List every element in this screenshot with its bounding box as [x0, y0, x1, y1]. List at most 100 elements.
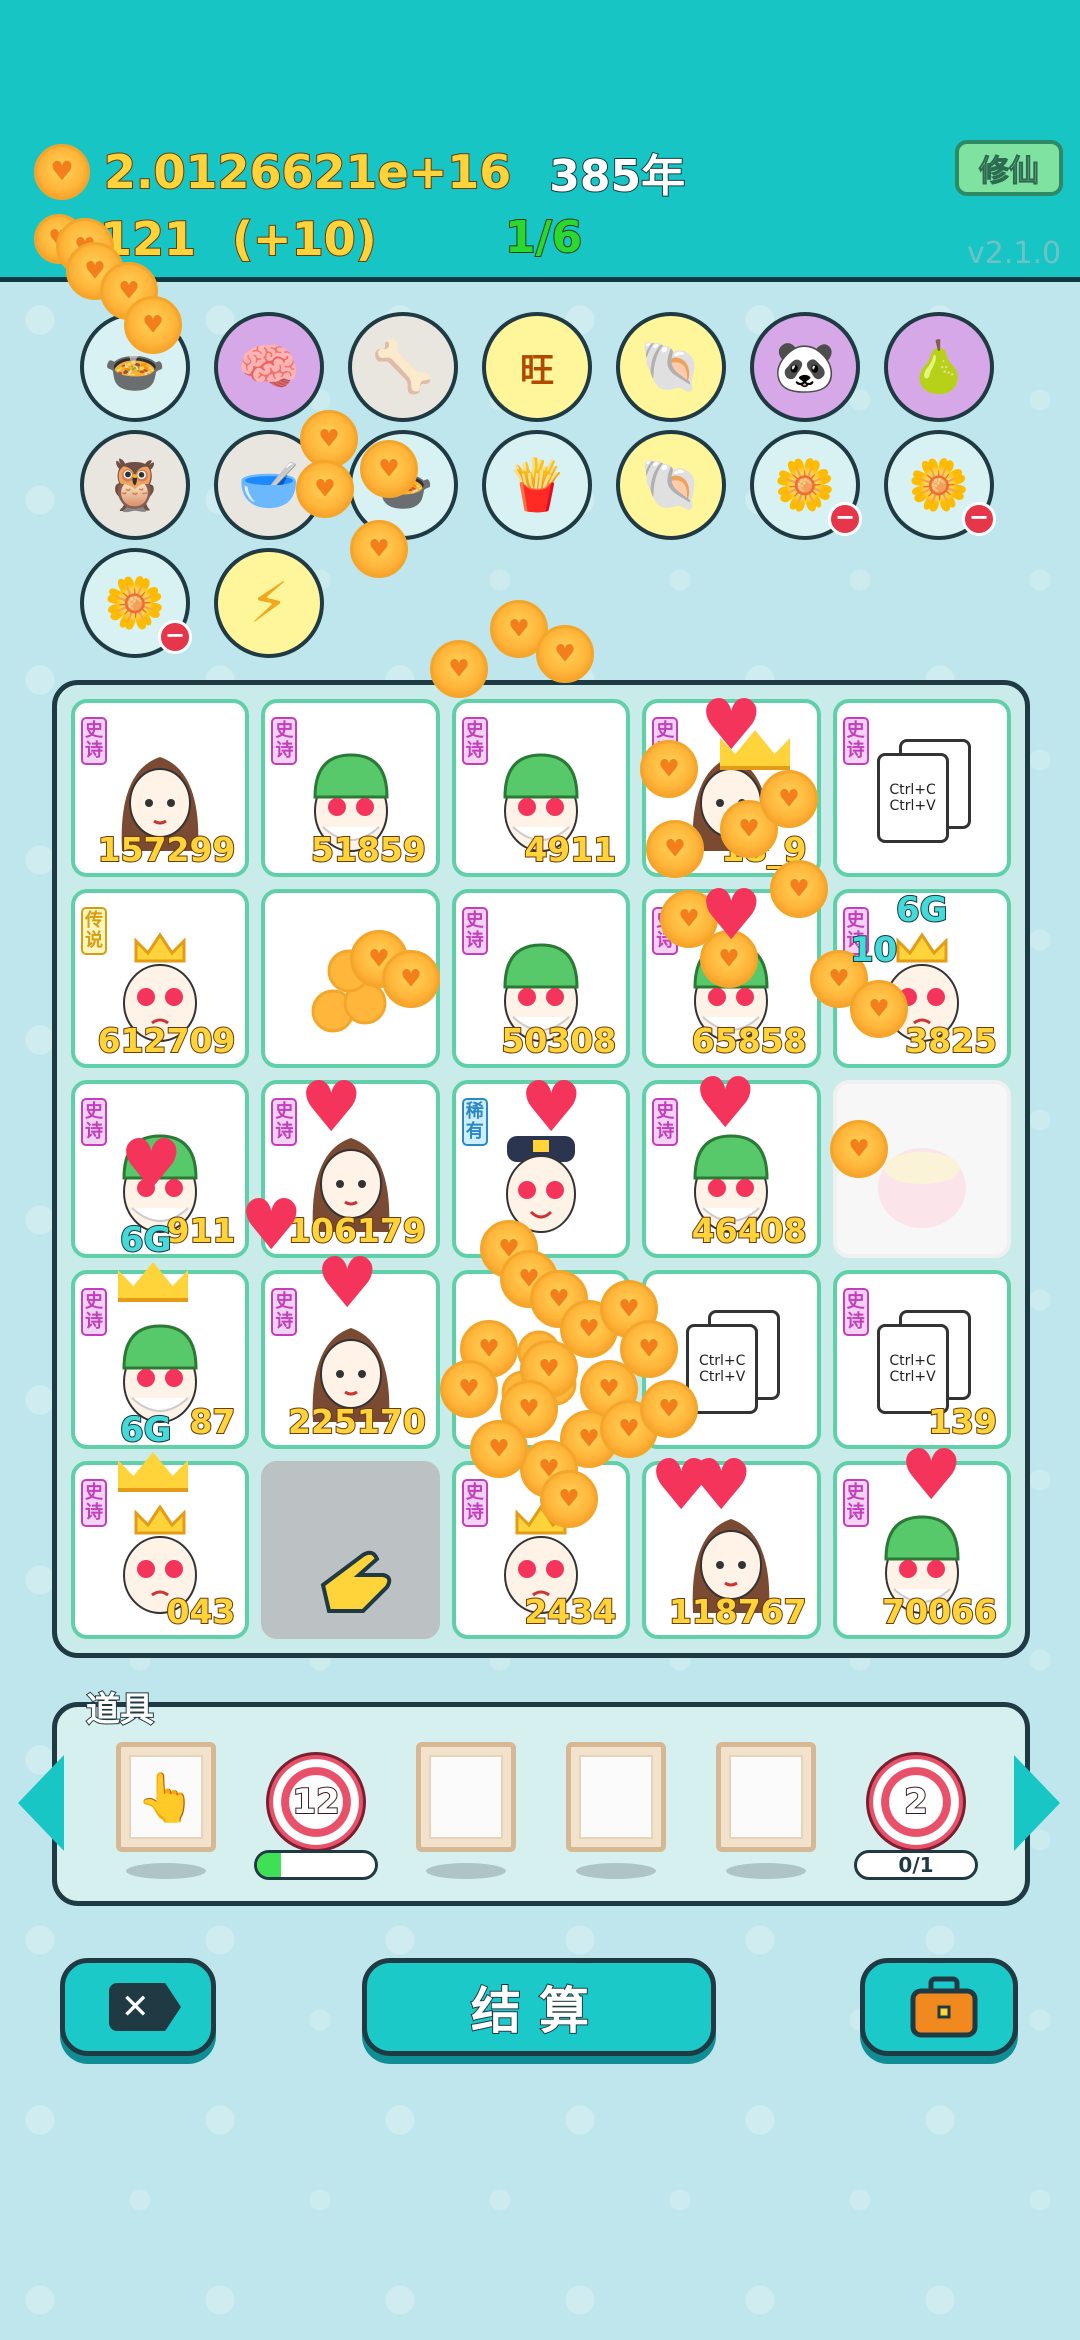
board-tile[interactable]: 史诗 3825 [832, 889, 1011, 1068]
rarity-tag: 史诗 [652, 907, 679, 956]
timer-value: 2 [903, 1781, 929, 1823]
rarity-tag: 史诗 [81, 1288, 107, 1337]
tile-value: 612709 [97, 1020, 237, 1061]
rarity-tag: 传说 [81, 907, 107, 956]
french-fries-icon[interactable]: 🍟 [482, 430, 592, 540]
duck-pot-icon[interactable]: 🍲 [80, 312, 190, 422]
settle-button[interactable]: 结算 [362, 1958, 716, 2056]
board-tile[interactable]: 史诗 50308 [451, 889, 631, 1068]
bone-bowl-icon[interactable]: 🦴 [348, 312, 458, 422]
rarity-tag: 史诗 [842, 1478, 869, 1527]
board-tile[interactable]: Ctrl+C Ctrl+V [642, 1270, 821, 1449]
tile-value: 3825 [904, 1020, 998, 1061]
board-tile[interactable]: 史诗 70066 [832, 1460, 1011, 1639]
copy-paste-card: Ctrl+C Ctrl+V [876, 739, 977, 849]
tile-value: 65858 [691, 1020, 808, 1061]
prop-counter-bar: 0/1 [854, 1850, 978, 1880]
prop-slot-hand[interactable]: 👆 [116, 1742, 216, 1852]
props-next-arrow[interactable] [1014, 1755, 1060, 1851]
level-progress: 1/6 [504, 211, 583, 264]
rarity-tag: 史诗 [652, 1097, 679, 1146]
prop-slot-empty[interactable] [566, 1742, 666, 1852]
board-tile[interactable]: 118767 [642, 1460, 821, 1639]
owl-mask-icon[interactable]: 🦉 [80, 430, 190, 540]
tile-value: 4911 [523, 829, 617, 870]
tile-value: 225170 [287, 1401, 427, 1442]
flower-pot-icon[interactable]: 🌼 − [750, 430, 862, 540]
board-tile[interactable]: 史诗 87 [71, 1270, 250, 1449]
board-tile[interactable]: 史诗 65858 [642, 889, 821, 1068]
duck-pot-2-icon[interactable]: 🍲 [348, 430, 458, 540]
tile-value: 118767 [668, 1591, 808, 1632]
rarity-tag: 史诗 [81, 1478, 107, 1527]
tile-value: 51859 [310, 829, 427, 870]
close-icon: ✕ [109, 1983, 181, 2031]
board-tile[interactable] [261, 1460, 440, 1639]
cultivate-button[interactable]: 修仙 [955, 140, 1063, 196]
shell-icon[interactable]: 🐚 [616, 312, 726, 422]
game-board: 史诗 157299 史诗 51859 史诗 4911 史诗 18_9 史诗 Ctrl+C Ctrl+… [52, 680, 1030, 1658]
flower-pot-2-icon[interactable]: 🌼 − [884, 430, 996, 540]
tile-value: 911 [166, 1210, 237, 1251]
years-label: 385年 [548, 150, 686, 203]
board-tile[interactable]: 史诗 46408 [642, 1079, 821, 1259]
flower-pot-3-icon[interactable]: 🌼 − [80, 548, 192, 658]
wang-sticker-icon[interactable]: 旺 [482, 312, 592, 422]
remove-icon[interactable]: − [962, 502, 996, 536]
coin-total: 2.0126621e+16 385年 [34, 140, 686, 204]
board-tile[interactable] [451, 1270, 631, 1449]
props-title: 道具 [85, 1689, 155, 1731]
coin-icon [34, 144, 90, 200]
tile-value: 87 [188, 1401, 236, 1442]
remove-icon[interactable]: − [828, 502, 862, 536]
coin-icon [34, 214, 84, 264]
prop-slot-empty[interactable] [416, 1742, 516, 1852]
close-button[interactable]: ✕ [60, 1958, 216, 2056]
copy-line: Ctrl+C [698, 1353, 746, 1370]
copy-paste-card: Ctrl+C Ctrl+V [686, 1310, 786, 1420]
prop-target-counter[interactable]: 2 [866, 1752, 966, 1852]
board-tile[interactable]: 史诗 18_9 [642, 699, 821, 878]
glasses-pear-icon[interactable]: 🍐 [884, 312, 994, 422]
board-tile[interactable]: 史诗 157299 [71, 699, 250, 878]
tile-value: 043 [166, 1591, 237, 1632]
version-label: v2.1.0 [967, 236, 1062, 271]
tile-value: 139 [927, 1401, 998, 1442]
pointing-hand-icon: 👆 [129, 1755, 203, 1839]
board-tile[interactable]: 稀有 [451, 1079, 631, 1259]
formula-brain-icon[interactable]: 🧠 [214, 312, 324, 422]
board-tile[interactable]: 史诗 Ctrl+C Ctrl+V 139 [832, 1270, 1011, 1449]
rarity-tag: 史诗 [842, 907, 869, 956]
board-tile[interactable]: 史诗 51859 [261, 699, 440, 878]
board-tile[interactable]: 史诗 Ctrl+C Ctrl+V [832, 699, 1011, 878]
board-tile[interactable] [261, 889, 440, 1068]
slot-shadow [426, 1863, 506, 1879]
props-prev-arrow[interactable] [18, 1755, 64, 1851]
rarity-tag: 史诗 [271, 717, 298, 765]
board-tile[interactable] [832, 1079, 1011, 1259]
board-tile[interactable]: 史诗 225170 [261, 1270, 440, 1449]
rarity-tag: 稀有 [461, 1097, 488, 1146]
bag-button[interactable] [860, 1958, 1018, 2056]
rarity-tag: 史诗 [461, 717, 488, 765]
prop-progress-bar [254, 1850, 378, 1880]
panda-icon[interactable]: 🐼 [750, 312, 860, 422]
cracked-bowl-icon[interactable]: 🥣 [214, 430, 324, 540]
board-tile[interactable]: 史诗 043 [71, 1460, 250, 1639]
remove-icon[interactable]: − [158, 620, 192, 654]
tile-value: 2434 [523, 1591, 617, 1632]
board-tile[interactable]: 史诗 4911 [451, 699, 631, 878]
lightning-icon[interactable]: ⚡ [214, 548, 324, 658]
prop-slot-empty[interactable] [716, 1742, 816, 1852]
rarity-tag: 史诗 [81, 717, 107, 765]
board-tile[interactable]: 史诗 2434 [451, 1460, 631, 1639]
shell-2-icon[interactable]: 🐚 [616, 430, 726, 540]
prop-target-timer[interactable]: 12 [266, 1752, 366, 1852]
board-tile[interactable]: 传说 612709 [71, 889, 250, 1068]
rarity-tag: 史诗 [271, 1288, 298, 1337]
board-tile[interactable]: 史诗 106179 [261, 1079, 440, 1259]
board-tile[interactable]: 史诗 911 [71, 1079, 250, 1259]
paste-line: Ctrl+V [699, 1369, 746, 1386]
slot-shadow [576, 1863, 656, 1879]
briefcase-icon [910, 1976, 978, 2038]
